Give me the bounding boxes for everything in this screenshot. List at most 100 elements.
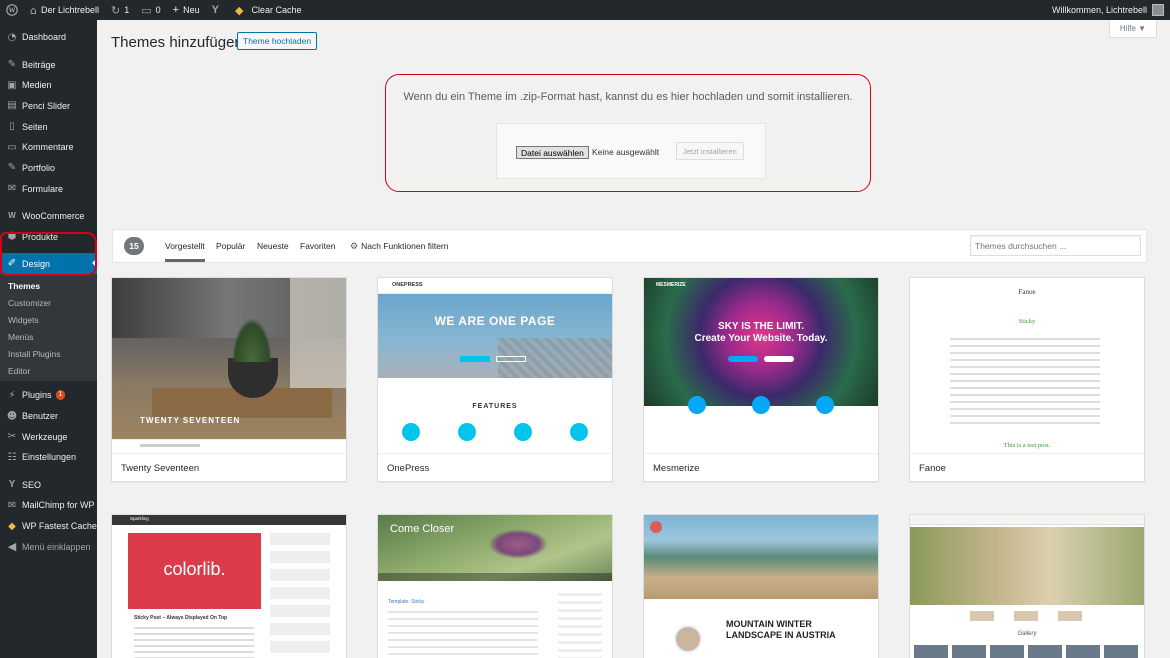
submenu-item-menus[interactable]: Menüs (0, 328, 97, 345)
theme-shot-footer: This is a test post. (1003, 442, 1051, 449)
tab-favorites[interactable]: Favoriten (300, 241, 335, 251)
clear-cache-link[interactable]: ◆ Clear Cache (229, 0, 308, 20)
theme-card-mesmerize[interactable]: MESMERIZE SKY IS THE LIMIT. Create Your … (643, 277, 879, 482)
gear-icon: ⚙ (350, 242, 359, 252)
sidebar-item-label: Beiträge (22, 59, 56, 70)
theme-screenshot[interactable]: Gallery (910, 515, 1144, 658)
clear-cache-label: Clear Cache (251, 5, 302, 15)
comments-count: 0 (155, 5, 161, 15)
submenu-item-editor[interactable]: Editor (0, 362, 97, 379)
sidebar-item-label: MailChimp for WP (22, 500, 95, 511)
sidebar-item-settings[interactable]: ☷ Einstellungen (0, 447, 97, 468)
site-name: Der Lichtrebell (40, 5, 100, 15)
theme-screenshot[interactable]: TWENTY SEVENTEEN (112, 278, 346, 453)
sidebar-item-label: WP Fastest Cache (22, 521, 97, 532)
theme-card-twenty-seventeen[interactable]: TWENTY SEVENTEEN Twenty Seventeen (111, 277, 347, 482)
theme-name: Mesmerize (644, 453, 878, 482)
yoast-icon: Y (8, 479, 16, 491)
my-account-link[interactable]: Willkommen, Lichtrebell (1046, 0, 1170, 20)
sidebar-item-label: Kommentare (22, 142, 74, 153)
plugin-icon: ⚡ (8, 389, 16, 401)
yoast-seo-link[interactable]: Y (206, 0, 229, 20)
submenu-item-widgets[interactable]: Widgets (0, 311, 97, 328)
theme-card-onepress[interactable]: ONEPRESS WE ARE ONE PAGE FEATURES OnePre… (377, 277, 613, 482)
sidebar-item-label: Menü einklappen (22, 541, 91, 552)
theme-name: Fanoe (910, 453, 1144, 482)
submenu-item-customizer[interactable]: Customizer (0, 294, 97, 311)
theme-card[interactable]: MOUNTAIN WINTER LANDSCAPE IN AUSTRIA (643, 514, 879, 658)
upload-theme-button[interactable]: Theme hochladen (237, 32, 318, 50)
svg-text:W: W (9, 7, 16, 15)
theme-shot-post-title: Sticky (1018, 318, 1036, 325)
theme-search-input[interactable] (970, 235, 1141, 256)
file-status-text: Keine ausgewählt (592, 147, 660, 157)
theme-screenshot[interactable]: Fanoe Sticky This is a test post. (910, 278, 1144, 453)
sidebar-item-forms[interactable]: ✉ Formulare (0, 178, 97, 199)
sidebar-item-comments[interactable]: ▭ Kommentare (0, 137, 97, 158)
feature-filter-button[interactable]: ⚙ Nach Funktionen filtern (350, 241, 449, 252)
wordpress-logo-icon[interactable]: W (0, 0, 24, 20)
sidebar-item-label: Formulare (22, 183, 64, 194)
tab-featured[interactable]: Vorgestellt (165, 241, 205, 262)
help-tab-button[interactable]: Hilfe ▼ (1109, 20, 1157, 38)
theme-card[interactable]: Come Closer Template: Sticky (377, 514, 613, 658)
sidebar-item-posts[interactable]: ✎ Beiträge (0, 54, 97, 75)
theme-card[interactable]: Sparkling colorlib. Sticky Post – Always… (111, 514, 347, 658)
theme-screenshot[interactable]: ONEPRESS WE ARE ONE PAGE FEATURES (378, 278, 612, 453)
wrench-icon: ✂ (7, 431, 17, 443)
sidebar-item-seo[interactable]: Y SEO (0, 474, 97, 495)
theme-shot-title: SKY IS THE LIMIT. (718, 321, 804, 332)
media-icon: ▣ (7, 79, 17, 91)
updates-link[interactable]: ↻ 1 (105, 0, 135, 20)
welcome-text: Willkommen, Lichtrebell (1051, 5, 1147, 15)
submenu-item-themes[interactable]: Themes (0, 277, 97, 294)
theme-count-badge: 15 (124, 237, 144, 255)
choose-file-button[interactable]: Datei auswählen (516, 146, 589, 159)
sidebar-item-users[interactable]: ☻ Benutzer (0, 406, 97, 427)
cheetah-icon: ◆ (8, 520, 16, 532)
plugins-update-badge: 1 (55, 390, 66, 401)
theme-card-fanoe[interactable]: Fanoe Sticky This is a test post. Fanoe (909, 277, 1145, 482)
upload-message: Wenn du ein Theme im .zip-Format hast, k… (403, 91, 853, 103)
theme-screenshot[interactable]: MOUNTAIN WINTER LANDSCAPE IN AUSTRIA (644, 515, 878, 658)
sidebar-item-plugins[interactable]: ⚡ Plugins 1 (0, 385, 97, 406)
theme-screenshot[interactable]: Come Closer Template: Sticky (378, 515, 612, 658)
new-content-link[interactable]: + Neu (167, 0, 206, 20)
sidebar-collapse-button[interactable]: ◀ Menü einklappen (0, 536, 97, 557)
users-icon: ☻ (6, 410, 18, 422)
dashboard-icon: ◔ (7, 31, 17, 43)
theme-screenshot[interactable]: Sparkling colorlib. Sticky Post – Always… (112, 515, 346, 658)
sidebar-item-label: Portfolio (22, 162, 56, 173)
sidebar-item-design[interactable]: ✐ Design (0, 253, 97, 275)
sidebar-item-media[interactable]: ▣ Medien (0, 75, 97, 96)
tab-latest[interactable]: Neueste (257, 241, 289, 251)
woocommerce-icon: W (8, 211, 16, 221)
main-content: Themes hinzufügen Theme hochladen Hilfe … (97, 20, 1170, 658)
sidebar-item-pages[interactable]: ▯ Seiten (0, 116, 97, 137)
upload-panel: Wenn du ein Theme im .zip-Format hast, k… (385, 74, 871, 192)
sidebar-item-portfolio[interactable]: ✎ Portfolio (0, 158, 97, 179)
sidebar-item-tools[interactable]: ✂ Werkzeuge (0, 426, 97, 447)
install-now-button[interactable]: Jetzt installieren (676, 142, 744, 160)
comments-link[interactable]: ▭ 0 (135, 0, 166, 20)
theme-shot-title: colorlib. (163, 559, 226, 579)
cheetah-icon: ◆ (234, 4, 244, 17)
sidebar-item-dashboard[interactable]: ◔ Dashboard (0, 27, 97, 48)
sidebar-item-woocommerce[interactable]: W WooCommerce (0, 206, 97, 227)
pin-icon: ✎ (7, 162, 17, 174)
admin-bar: W ⌂ Der Lichtrebell ↻ 1 ▭ 0 + Neu Y ◆ Cl… (0, 0, 1170, 20)
updates-count: 1 (124, 5, 130, 15)
sidebar-item-mailchimp[interactable]: ✉ MailChimp for WP (0, 495, 97, 516)
sidebar-item-fastest-cache[interactable]: ◆ WP Fastest Cache (0, 516, 97, 537)
theme-card[interactable]: Gallery (909, 514, 1145, 658)
site-name-link[interactable]: ⌂ Der Lichtrebell (24, 0, 105, 20)
theme-screenshot[interactable]: MESMERIZE SKY IS THE LIMIT. Create Your … (644, 278, 878, 453)
archive-icon: ⬢ (7, 231, 17, 243)
theme-name: OnePress (378, 453, 612, 482)
sidebar-item-products[interactable]: ⬢ Produkte (0, 226, 97, 247)
sidebar-item-label: Seiten (22, 121, 48, 132)
theme-shot-logo: MESMERIZE (656, 282, 686, 288)
sidebar-item-penci-slider[interactable]: ▤ Penci Slider (0, 96, 97, 117)
tab-popular[interactable]: Populär (216, 241, 245, 251)
submenu-item-install-plugins[interactable]: Install Plugins (0, 345, 97, 362)
